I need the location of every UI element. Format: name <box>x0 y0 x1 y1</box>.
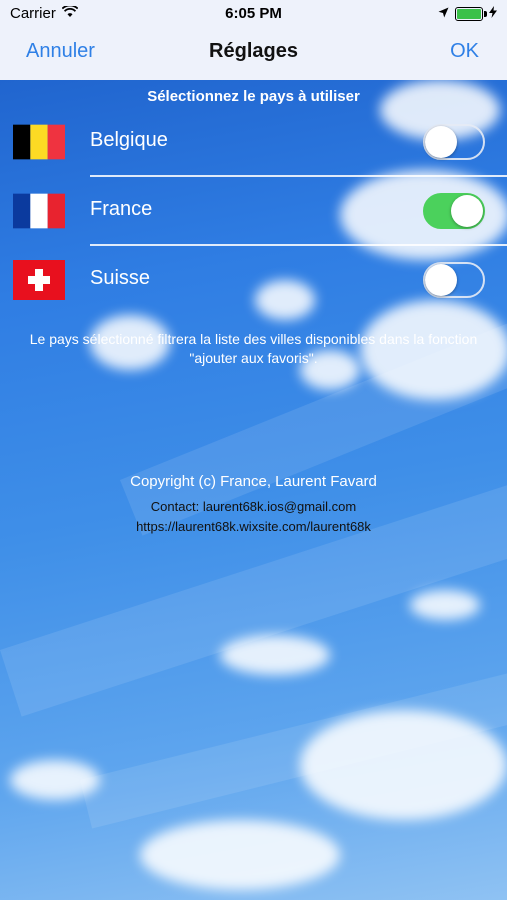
status-bar: Carrier 6:05 PM <box>0 0 507 28</box>
belgique-toggle[interactable] <box>423 124 485 160</box>
contact-email[interactable]: Contact: laurent68k.ios@gmail.com <box>0 499 507 514</box>
country-row-suisse[interactable]: Suisse <box>0 246 507 314</box>
france-flag-icon <box>13 193 65 229</box>
country-label: Belgique <box>90 129 168 151</box>
status-time: 6:05 PM <box>225 5 282 22</box>
country-filter-note: Le pays sélectionné filtrera la liste de… <box>29 331 478 366</box>
navigation-bar: Annuler Réglages OK <box>0 28 507 80</box>
toggle-knob <box>425 264 457 296</box>
section-title: Sélectionnez le pays à utiliser <box>147 88 360 105</box>
suisse-toggle[interactable] <box>423 262 485 298</box>
country-row-belgique[interactable]: Belgique <box>0 108 507 176</box>
switzerland-flag-icon <box>13 260 65 300</box>
battery-icon <box>455 6 487 21</box>
website-link[interactable]: https://laurent68k.wixsite.com/laurent68… <box>0 519 507 534</box>
toggle-knob <box>451 195 483 227</box>
location-arrow-icon <box>438 5 449 22</box>
country-label: France <box>90 198 153 220</box>
charging-bolt-icon <box>489 5 497 22</box>
copyright-text: Copyright (c) France, Laurent Favard <box>130 473 377 490</box>
page-title: Réglages <box>209 40 298 62</box>
belgium-flag-icon <box>13 124 65 160</box>
toggle-knob <box>425 126 457 158</box>
france-toggle[interactable] <box>423 193 485 229</box>
country-label: Suisse <box>90 267 151 289</box>
country-row-france[interactable]: France <box>0 177 507 245</box>
ok-button[interactable]: OK <box>450 40 479 63</box>
